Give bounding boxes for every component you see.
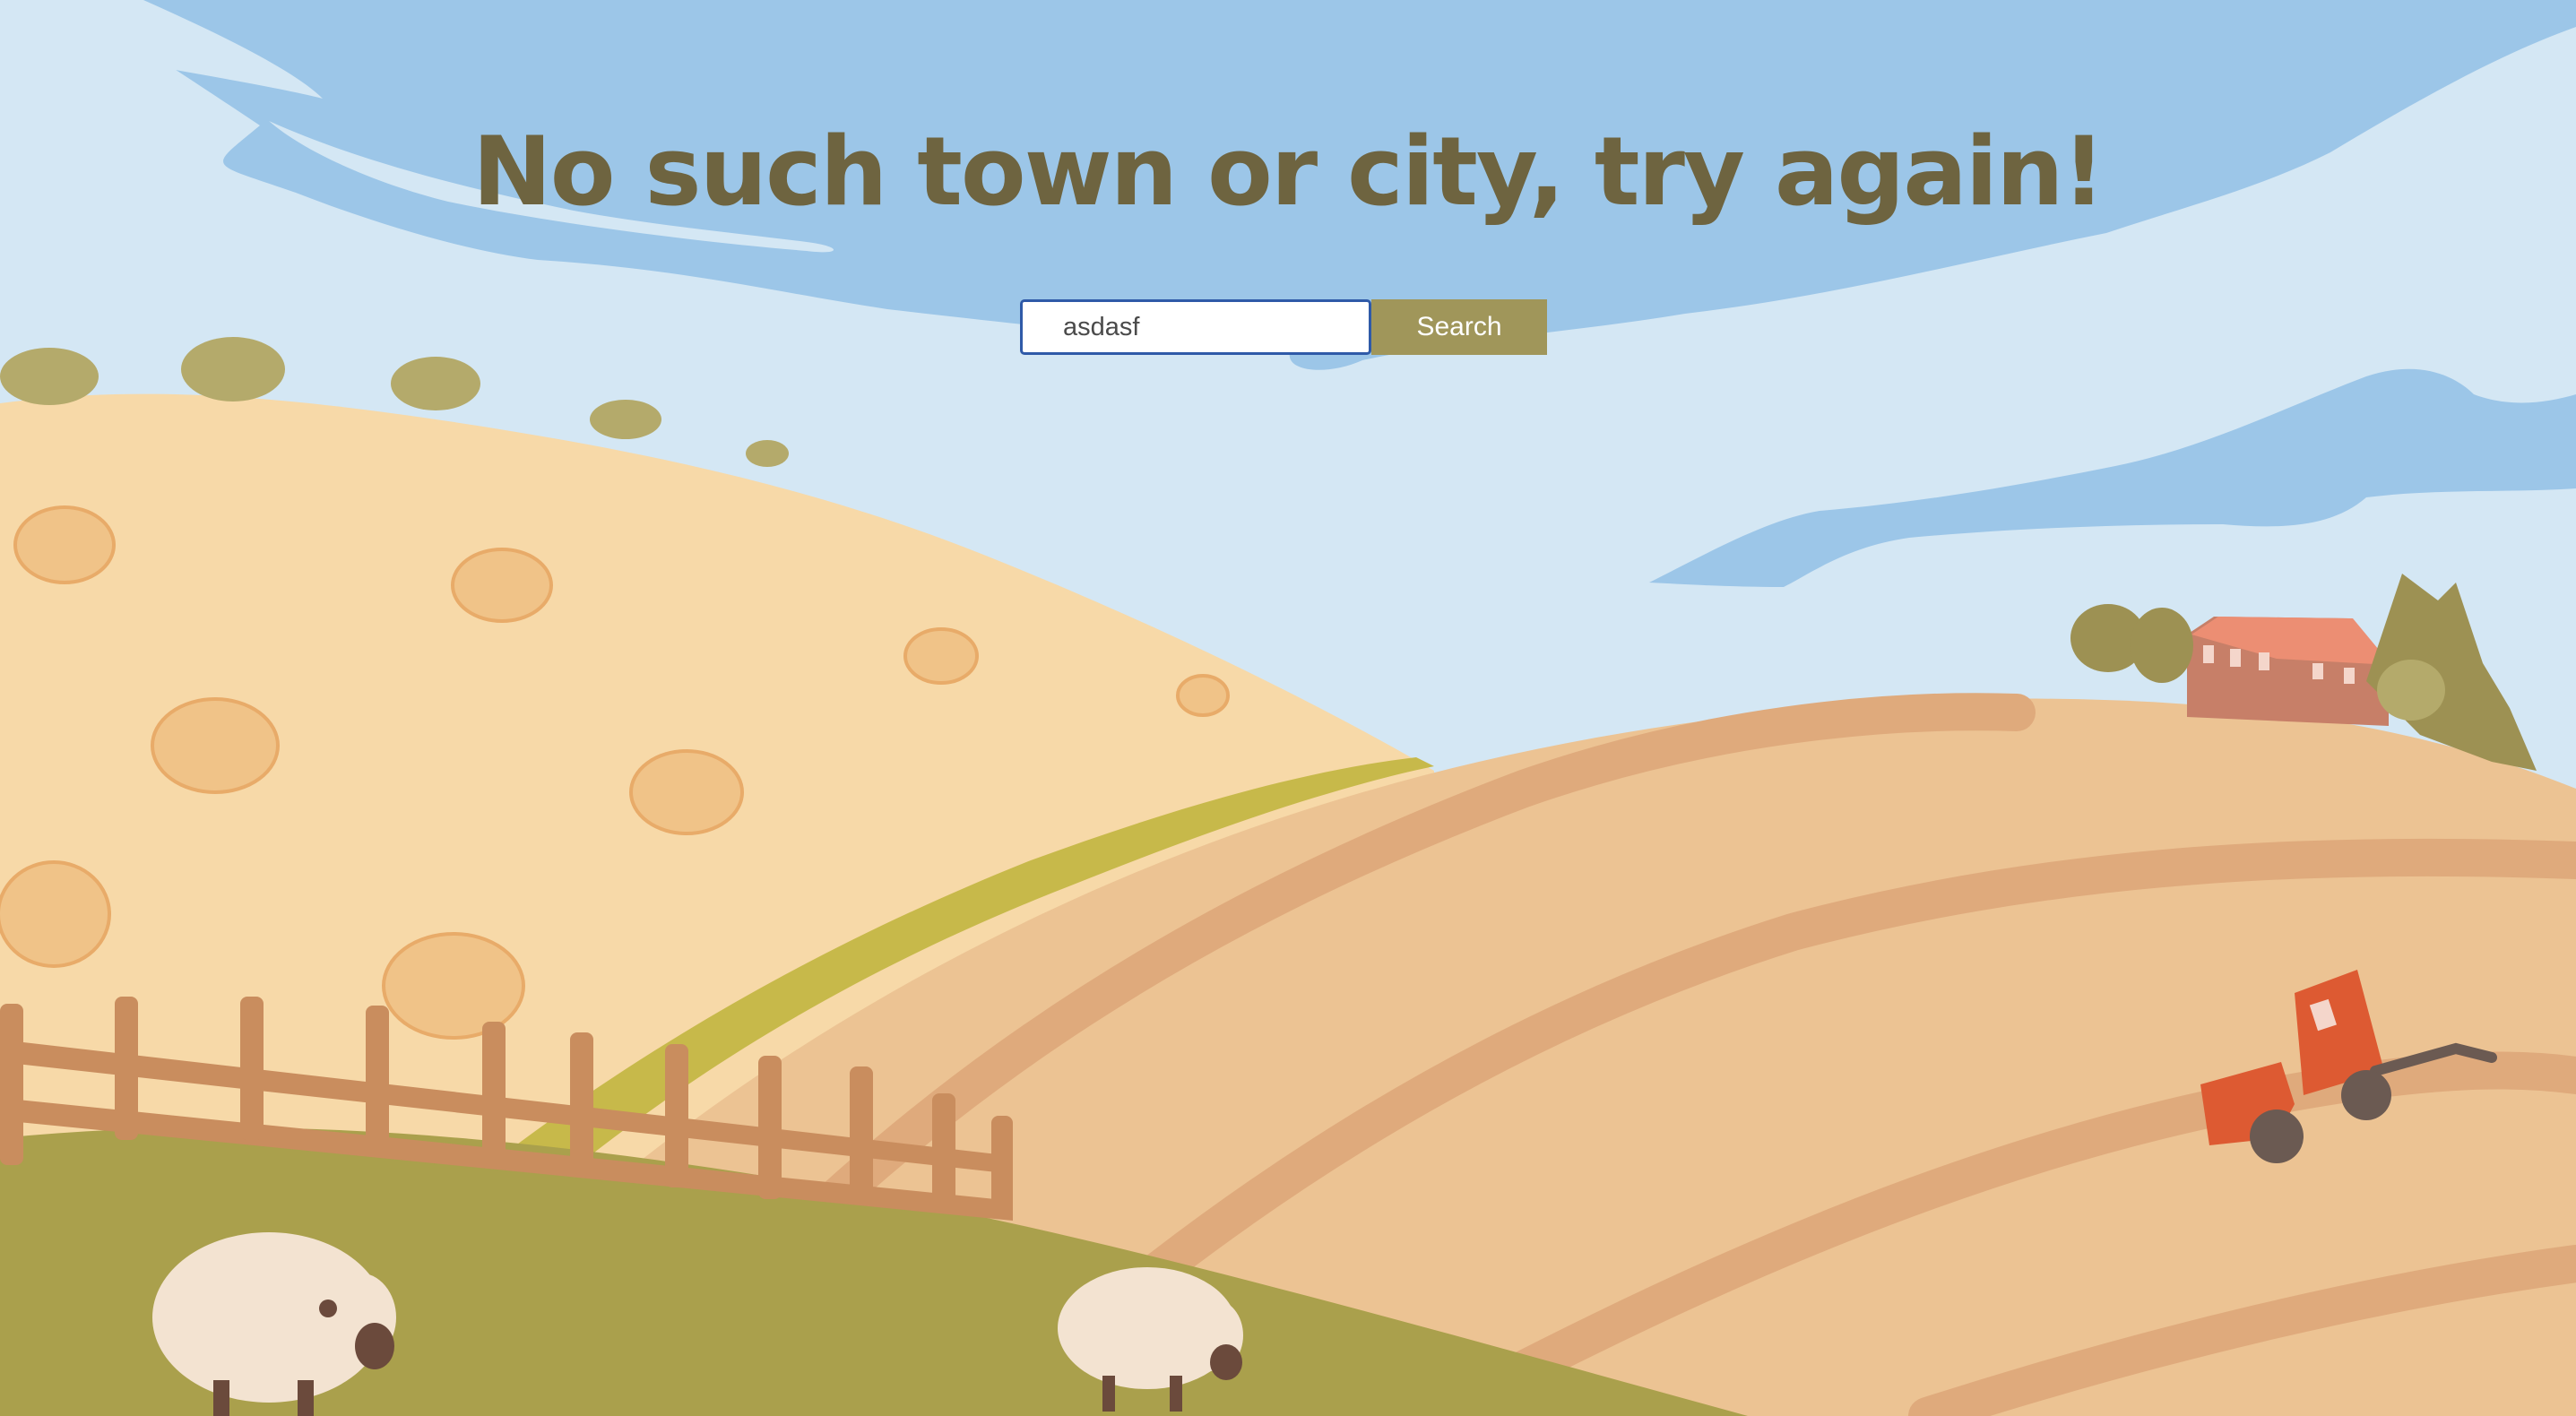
farmhouse	[2187, 617, 2391, 726]
search-input[interactable]	[1020, 299, 1371, 355]
search-button[interactable]: Search	[1371, 299, 1547, 355]
search-form: Search	[1020, 298, 1547, 357]
page-title: No such town or city, try again!	[472, 117, 2105, 227]
